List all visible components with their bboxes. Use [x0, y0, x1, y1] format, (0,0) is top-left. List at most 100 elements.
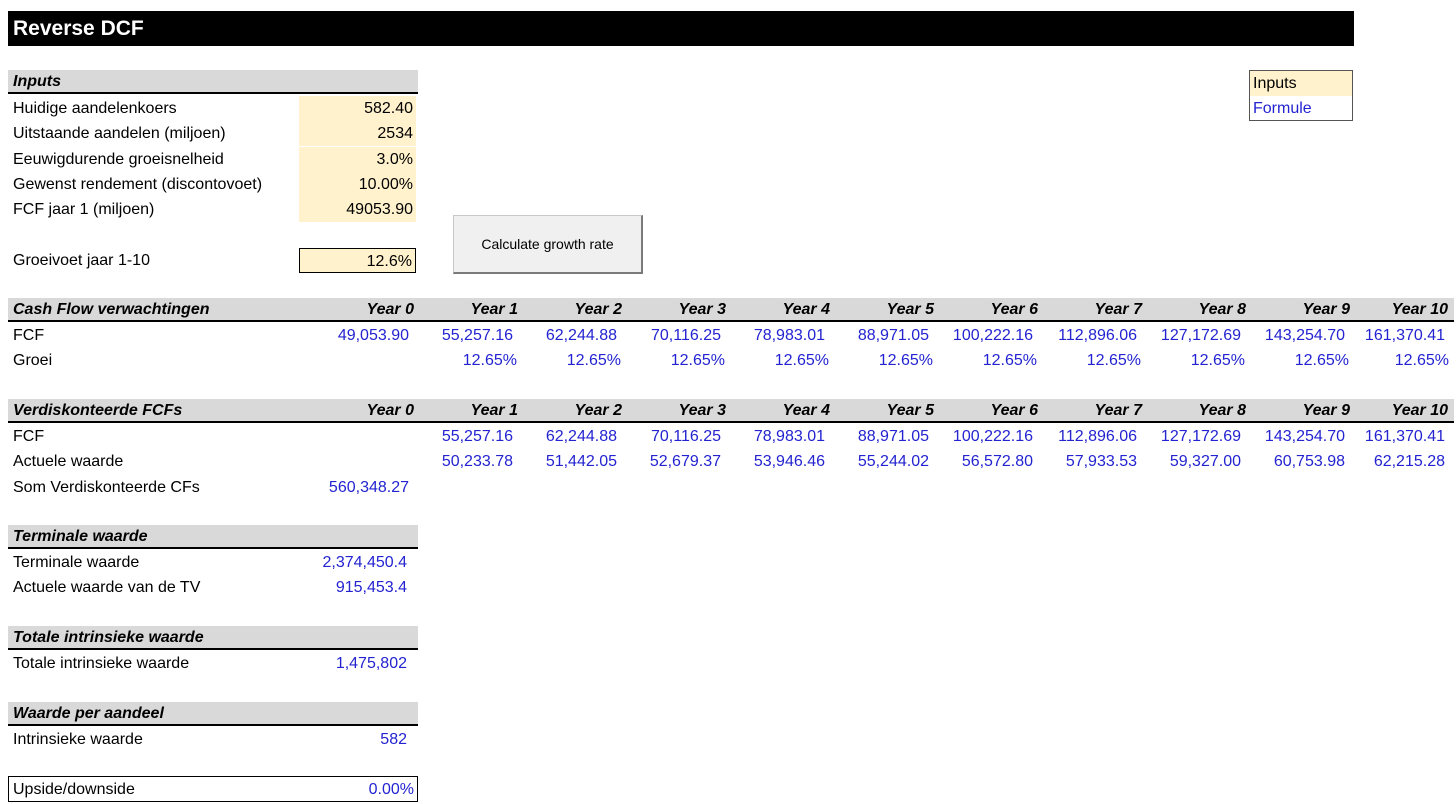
input-fcf-year1[interactable]: 49053.90 [299, 197, 416, 222]
legend-formula: Formule [1253, 100, 1312, 117]
inputs-header: Inputs [8, 70, 418, 94]
discounted-header: Verdiskonteerde FCFs Year 0 Year 1 Year … [8, 399, 1454, 423]
cf-growth-year-6: 12.65% [982, 352, 1037, 369]
dcf-fcf-year-9: 143,254.70 [1264, 428, 1345, 445]
dcf-pv-year-10: 62,215.28 [1373, 453, 1445, 470]
dcf-fcf-year-5: 88,971.05 [857, 428, 929, 445]
dcf-pv-year-3: 52,679.37 [649, 453, 721, 470]
input-perpetual-growth[interactable]: 3.0% [299, 147, 416, 172]
dcf-fcf-year-3: 70,116.25 [651, 428, 721, 445]
cf-growth-year-8: 12.65% [1190, 352, 1245, 369]
input-discount-rate[interactable]: 10.00% [299, 172, 416, 197]
input-label-discount-rate: Gewenst rendement (discontovoet) [13, 176, 263, 193]
dcf-year-4: Year 4 [782, 402, 830, 419]
dcf-fcf-year-8: 127,172.69 [1160, 428, 1241, 445]
cf-year-4: Year 4 [782, 301, 830, 318]
cf-fcf-label: FCF [13, 327, 45, 344]
dcf-fcf-year-4: 78,983.01 [753, 428, 825, 445]
cf-year-2: Year 2 [574, 301, 622, 318]
dcf-pv-year-8: 59,327.00 [1169, 453, 1241, 470]
terminal-header: Terminale waarde [8, 525, 418, 549]
cf-fcf-year-0: 49,053.90 [337, 327, 409, 344]
cf-year-3: Year 3 [678, 301, 726, 318]
cf-fcf-year-8: 127,172.69 [1160, 327, 1241, 344]
dcf-year-5: Year 5 [886, 402, 934, 419]
dcf-sum-label: Som Verdiskonteerde CFs [13, 479, 200, 496]
cf-growth-year-10: 12.65% [1394, 352, 1449, 369]
cf-growth-year-3: 12.65% [670, 352, 725, 369]
terminal-pv-label: Actuele waarde van de TV [13, 579, 201, 596]
dcf-year-1: Year 1 [470, 402, 518, 419]
cashflow-header: Cash Flow verwachtingen Year 0 Year 1 Ye… [8, 298, 1454, 322]
cf-year-6: Year 6 [990, 301, 1038, 318]
cf-growth-label: Groei [13, 352, 53, 369]
total-label: Totale intrinsieke waarde [13, 655, 190, 672]
cf-growth-year-9: 12.65% [1294, 352, 1349, 369]
total-header: Totale intrinsieke waarde [8, 626, 418, 650]
dcf-year-6: Year 6 [990, 402, 1038, 419]
sheet-title: Reverse DCF [8, 11, 1354, 46]
upside-label: Upside/downside [13, 781, 135, 798]
cf-year-8: Year 8 [1198, 301, 1246, 318]
cf-fcf-year-1: 55,257.16 [441, 327, 513, 344]
dcf-pv-year-6: 56,572.80 [961, 453, 1033, 470]
dcf-fcf-year-1: 55,257.16 [441, 428, 513, 445]
cf-year-7: Year 7 [1094, 301, 1142, 318]
input-shares[interactable]: 2534 [299, 121, 416, 146]
terminal-pv-value: 915,453.4 [335, 579, 407, 596]
dcf-fcf-year-10: 161,370.41 [1364, 428, 1445, 445]
dcf-year-2: Year 2 [574, 402, 622, 419]
legend-box: Inputs Formule [1249, 70, 1353, 121]
cf-year-5: Year 5 [886, 301, 934, 318]
growth-rate-cell[interactable]: 12.6% [299, 248, 416, 273]
input-share-price[interactable]: 582.40 [299, 96, 416, 121]
per-share-header: Waarde per aandeel [8, 702, 418, 726]
cf-fcf-year-5: 88,971.05 [857, 327, 929, 344]
per-share-label: Intrinsieke waarde [13, 731, 143, 748]
input-label-fcf-year1: FCF jaar 1 (miljoen) [13, 201, 155, 218]
legend-inputs: Inputs [1250, 71, 1352, 96]
dcf-pv-year-2: 51,442.05 [545, 453, 617, 470]
cf-fcf-year-4: 78,983.01 [753, 327, 825, 344]
cf-fcf-year-3: 70,116.25 [651, 327, 721, 344]
cf-year-9: Year 9 [1302, 301, 1350, 318]
cf-fcf-year-7: 112,896.06 [1058, 327, 1137, 344]
dcf-year-10: Year 10 [1391, 402, 1448, 419]
dcf-fcf-label: FCF [13, 428, 45, 445]
dcf-year-7: Year 7 [1094, 402, 1142, 419]
cf-growth-year-7: 12.65% [1086, 352, 1141, 369]
growth-rate-label: Groeivoet jaar 1-10 [13, 252, 150, 269]
cf-year-0: Year 0 [366, 301, 414, 318]
dcf-fcf-year-7: 112,896.06 [1058, 428, 1137, 445]
per-share-value: 582 [380, 731, 407, 748]
upside-box: Upside/downside 0.00% [8, 776, 418, 802]
dcf-year-0: Year 0 [366, 402, 414, 419]
cf-fcf-year-6: 100,222.16 [952, 327, 1033, 344]
cf-fcf-year-2: 62,244.88 [545, 327, 617, 344]
cf-growth-year-4: 12.65% [774, 352, 829, 369]
cf-fcf-year-10: 161,370.41 [1364, 327, 1445, 344]
dcf-sum-value: 560,348.27 [328, 479, 409, 496]
dcf-year-8: Year 8 [1198, 402, 1246, 419]
cf-growth-year-1: 12.65% [462, 352, 517, 369]
dcf-year-3: Year 3 [678, 402, 726, 419]
input-label-shares: Uitstaande aandelen (miljoen) [13, 125, 226, 142]
cf-year-1: Year 1 [470, 301, 518, 318]
total-value: 1,475,802 [335, 655, 407, 672]
dcf-pv-year-9: 60,753.98 [1273, 453, 1345, 470]
cf-fcf-year-9: 143,254.70 [1264, 327, 1345, 344]
cf-growth-year-5: 12.65% [878, 352, 933, 369]
cf-growth-year-2: 12.65% [566, 352, 621, 369]
dcf-fcf-year-2: 62,244.88 [545, 428, 617, 445]
dcf-pv-year-1: 50,233.78 [441, 453, 513, 470]
dcf-pv-label: Actuele waarde [13, 453, 124, 470]
cf-year-10: Year 10 [1391, 301, 1448, 318]
dcf-year-9: Year 9 [1302, 402, 1350, 419]
dcf-fcf-year-6: 100,222.16 [952, 428, 1033, 445]
dcf-pv-year-7: 57,933.53 [1065, 453, 1137, 470]
upside-value: 0.00% [368, 781, 414, 798]
dcf-pv-year-5: 55,244.02 [857, 453, 929, 470]
input-label-share-price: Huidige aandelenkoers [13, 100, 177, 117]
calculate-growth-rate-button[interactable]: Calculate growth rate [453, 215, 643, 274]
terminal-value: 2,374,450.4 [322, 554, 407, 571]
